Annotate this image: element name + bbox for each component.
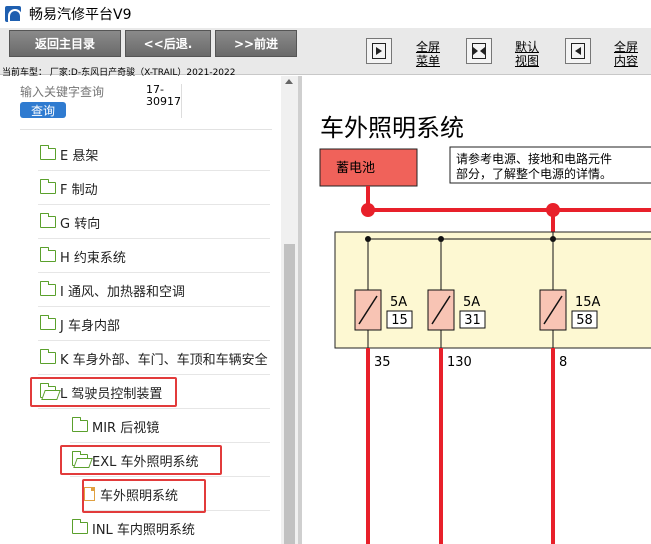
tree-item-label: J 车身内部 bbox=[60, 318, 120, 334]
fullscreen-content-icon[interactable] bbox=[565, 38, 591, 64]
folder-icon bbox=[40, 179, 56, 194]
folder-icon bbox=[72, 417, 88, 432]
search-button[interactable]: 查询 bbox=[20, 102, 66, 118]
default-view-link[interactable]: 默认 视图 bbox=[507, 40, 547, 68]
tree-item-label: MIR 后视镜 bbox=[92, 420, 160, 436]
fuse-number: 15 bbox=[391, 313, 408, 328]
folder-icon bbox=[72, 519, 88, 534]
search-area: 查询 17-30917 bbox=[0, 76, 280, 130]
default-view-icon[interactable] bbox=[466, 38, 492, 64]
tree-item[interactable]: F 制动 bbox=[0, 171, 280, 205]
tree-item[interactable]: I 通风、加热器和空调 bbox=[0, 273, 280, 307]
fuse-number: 58 bbox=[576, 313, 593, 328]
toolbar: 返回主目录 <<后退. >>前进 当前车型： 厂家:D-东风日产奇骏（X-TRA… bbox=[0, 28, 651, 78]
fuse-rating: 15A bbox=[575, 295, 601, 310]
wiring-diagram-panel: 车外照明系统 蓄电池 请参考电源、接地和电路元件 部分，了解整个电源的详情。 5… bbox=[302, 76, 651, 544]
tree-item-content[interactable]: K 车身外部、车门、车顶和车辆安全 bbox=[40, 341, 268, 375]
folder-icon bbox=[40, 145, 56, 160]
fullscreen-content-link[interactable]: 全屏 内容 bbox=[606, 40, 646, 68]
tree-item[interactable]: H 约束系统 bbox=[0, 239, 280, 273]
highlight-box bbox=[82, 479, 206, 513]
tree-scrollbar[interactable] bbox=[281, 76, 298, 544]
fuse-block bbox=[334, 231, 651, 349]
title-bar: 畅易汽修平台V9 bbox=[0, 0, 651, 28]
app-logo-icon bbox=[5, 6, 22, 23]
scroll-thumb[interactable] bbox=[284, 244, 295, 544]
tree-item-content[interactable]: J 车身内部 bbox=[40, 307, 120, 341]
diagram-title: 车外照明系统 bbox=[320, 114, 464, 142]
junction-dot bbox=[546, 203, 560, 217]
search-divider bbox=[181, 84, 182, 118]
search-input[interactable] bbox=[20, 84, 138, 100]
tree-item[interactable]: J 车身内部 bbox=[0, 307, 280, 341]
tree-item-label: H 约束系统 bbox=[60, 250, 126, 266]
highlight-box bbox=[60, 445, 222, 475]
window-title: 畅易汽修平台V9 bbox=[29, 7, 132, 23]
tree-item-label: F 制动 bbox=[60, 182, 98, 198]
note-text-line-1: 请参考电源、接地和电路元件 bbox=[456, 151, 612, 166]
tree-item-content[interactable]: INL 车内照明系统 bbox=[72, 511, 195, 544]
tree-item-content[interactable]: G 转向 bbox=[40, 205, 100, 239]
highlight-box bbox=[30, 377, 177, 407]
fullscreen-menu-link[interactable]: 全屏 菜单 bbox=[408, 40, 448, 68]
folder-icon bbox=[40, 349, 56, 364]
home-button[interactable]: 返回主目录 bbox=[9, 30, 121, 57]
tree-item[interactable]: E 悬架 bbox=[0, 137, 280, 171]
wiring-diagram: 车外照明系统 蓄电池 请参考电源、接地和电路元件 部分，了解整个电源的详情。 5… bbox=[319, 114, 651, 544]
app-window: 畅易汽修平台V9 返回主目录 <<后退. >>前进 当前车型： 厂家:D-东风日… bbox=[0, 0, 651, 544]
tree-item[interactable]: G 转向 bbox=[0, 205, 280, 239]
wire-label: 8 bbox=[559, 355, 567, 370]
note-text-line-2: 部分，了解整个电源的详情。 bbox=[456, 166, 612, 181]
wire-label: 35 bbox=[374, 355, 391, 370]
tree-item-label: I 通风、加热器和空调 bbox=[60, 284, 185, 300]
scroll-up-arrow-icon[interactable] bbox=[285, 79, 293, 84]
folder-icon bbox=[40, 315, 56, 330]
tree-item-content[interactable]: F 制动 bbox=[40, 171, 98, 205]
fuse-rating: 5A bbox=[390, 295, 407, 310]
folder-icon bbox=[40, 213, 56, 228]
tree-item[interactable]: INL 车内照明系统 bbox=[0, 511, 280, 544]
back-button[interactable]: <<后退. bbox=[125, 30, 211, 57]
tree-item[interactable]: MIR 后视镜 bbox=[0, 409, 280, 443]
navigation-panel: 查询 17-30917 E 悬架 F 制动 G 转向 H 约束系统 I 通风、加热器和空… bbox=[0, 76, 298, 544]
fullscreen-menu-icon[interactable] bbox=[366, 38, 392, 64]
document-code: 17-30917 bbox=[146, 83, 181, 108]
tree-item-label: INL 车内照明系统 bbox=[92, 522, 195, 538]
forward-button[interactable]: >>前进 bbox=[215, 30, 297, 57]
tree-item-label: E 悬架 bbox=[60, 148, 99, 164]
fuse-number: 31 bbox=[464, 313, 481, 328]
tree-item[interactable]: K 车身外部、车门、车顶和车辆安全 bbox=[0, 341, 280, 375]
tree-item-content[interactable]: H 约束系统 bbox=[40, 239, 126, 273]
wire-label: 130 bbox=[447, 355, 472, 370]
tree-item-content[interactable]: E 悬架 bbox=[40, 137, 98, 171]
battery-label: 蓄电池 bbox=[336, 161, 375, 176]
folder-icon bbox=[40, 247, 56, 262]
junction-dot bbox=[361, 203, 375, 217]
tree-item-label: K 车身外部、车门、车顶和车辆安全 bbox=[60, 352, 268, 368]
folder-icon bbox=[40, 281, 56, 296]
tree-item-content[interactable]: MIR 后视镜 bbox=[72, 409, 159, 443]
tree-item-label: G 转向 bbox=[60, 216, 101, 232]
search-separator bbox=[20, 129, 272, 130]
fuse-rating: 5A bbox=[463, 295, 480, 310]
tree-item-content[interactable]: I 通风、加热器和空调 bbox=[40, 273, 185, 307]
